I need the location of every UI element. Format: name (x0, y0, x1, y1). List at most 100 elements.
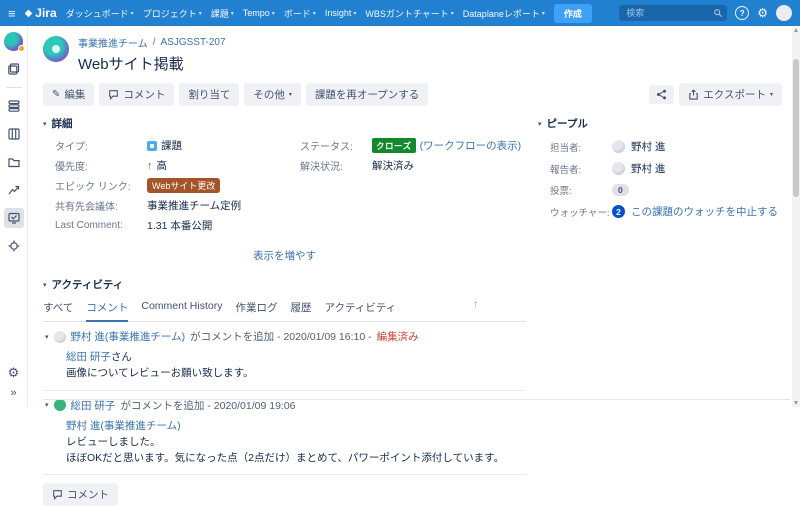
view-workflow-link[interactable]: (ワークフローの表示) (420, 138, 522, 153)
comment-body: 総田 研子さん 画像についてレビューお願い致します。 (66, 349, 526, 382)
show-more-link[interactable]: 表示を増やす (253, 250, 316, 262)
nav-issues[interactable]: 課題▾ (211, 7, 234, 20)
breadcrumb-project-link[interactable]: 事業推進チーム (78, 35, 148, 50)
mention-link[interactable]: 総田 研子 (66, 351, 111, 363)
add-comment-button[interactable]: コメント (43, 483, 118, 506)
field-last-comment: Last Comment: 1.31 本番公開 (55, 218, 300, 233)
more-button[interactable]: その他 ▾ (244, 83, 301, 106)
issue-left-column: ▾ 詳細 タイプ: 課題 優先度: ↑高 エピック リンク: Webサイト更改 (43, 116, 526, 506)
comment-button[interactable]: コメント (99, 83, 174, 106)
reopen-issue-button[interactable]: 課題を再オープンする (306, 83, 428, 106)
reporter-name: 野村 進 (631, 161, 665, 176)
comment-author-avatar (54, 399, 66, 411)
hamburger-icon[interactable]: ≡ (8, 6, 16, 21)
collapse-icon[interactable]: ▾ (538, 120, 542, 128)
project-avatar-badge (18, 45, 25, 52)
share-button[interactable] (649, 85, 674, 104)
chevron-down-icon: ▾ (353, 10, 356, 17)
tab-all[interactable]: すべて (43, 300, 73, 322)
nav-wbs-gantt[interactable]: WBSガントチャート▾ (365, 7, 453, 20)
field-priority: 優先度: ↑高 (55, 158, 300, 173)
project-settings-gear-icon[interactable]: ⚙ (8, 365, 20, 381)
admin-gear-icon[interactable]: ⚙ (757, 6, 768, 20)
breadcrumb-issue-key-link[interactable]: ASJGSST-207 (160, 37, 225, 48)
nav-tempo[interactable]: Tempo▾ (243, 8, 275, 18)
sidebar-reports-icon[interactable] (4, 180, 24, 200)
sidebar-queues-icon[interactable] (4, 96, 24, 116)
create-button[interactable]: 作成 (554, 4, 592, 23)
collapse-icon[interactable]: ▾ (45, 401, 49, 409)
field-label: Last Comment: (55, 220, 147, 231)
scrollbar-down-arrow[interactable] (794, 401, 798, 405)
nav-insight[interactable]: Insight▾ (325, 8, 357, 18)
scrollbar-thumb[interactable] (793, 59, 799, 197)
search-input[interactable] (619, 5, 727, 21)
pencil-icon: ✎ (52, 89, 60, 100)
field-votes: 投票: 0 (550, 183, 782, 197)
jira-logo-text: Jira (35, 6, 56, 20)
field-resolution: 解決状況: 解決済み (300, 158, 526, 173)
tab-comments[interactable]: コメント (86, 300, 128, 322)
sidebar-addons-icon[interactable] (4, 236, 24, 256)
sidebar-issues-icon[interactable] (4, 208, 24, 228)
collapse-icon[interactable]: ▾ (43, 120, 47, 128)
assignee-avatar (612, 140, 625, 153)
field-watchers: ウォッチャー: 2 この課題のウォッチを中止する (550, 204, 782, 219)
jira-logo[interactable]: ◆ Jira (25, 6, 57, 20)
field-value: 課題 (161, 138, 182, 153)
comment-text: 画像についてレビューお願い致します。 (66, 365, 526, 381)
stop-watching-link[interactable]: この課題のウォッチを中止する (631, 204, 778, 219)
nav-dataplane-reports[interactable]: Dataplaneレポート▾ (463, 7, 545, 20)
export-button[interactable]: エクスポート ▾ (679, 83, 782, 106)
chevron-down-icon: ▾ (289, 91, 292, 98)
nav-boards[interactable]: ボード▾ (284, 7, 316, 20)
comment-author-link[interactable]: 野村 進(事業推進チーム) (71, 329, 186, 344)
chevron-down-icon: ▾ (131, 10, 134, 17)
tab-worklog[interactable]: 作業ログ (235, 300, 277, 322)
sidebar-releases-icon[interactable] (4, 152, 24, 172)
user-avatar[interactable] (776, 5, 792, 21)
nav-projects[interactable]: プロジェクト▾ (143, 7, 202, 20)
comment-item: ▾ 総田 研子 がコメントを追加 - 2020/01/09 19:06 野村 進… (43, 391, 526, 476)
votes-badge[interactable]: 0 (612, 184, 629, 196)
field-label: ステータス: (300, 138, 372, 153)
help-icon[interactable]: ? (735, 6, 749, 20)
watchers-badge[interactable]: 2 (612, 205, 625, 218)
sidebar-board-icon[interactable] (4, 124, 24, 144)
field-label: ウォッチャー: (550, 205, 612, 219)
assign-button[interactable]: 割り当て (179, 83, 239, 106)
tab-comment-history[interactable]: Comment History (141, 300, 222, 322)
nav-dashboards[interactable]: ダッシュボード▾ (66, 7, 134, 20)
tab-activity[interactable]: アクティビティ (324, 300, 396, 322)
activity-tabs: すべて コメント Comment History 作業ログ 履歴 アクティビティ… (43, 298, 526, 322)
reporter-avatar (612, 162, 625, 175)
chevron-down-icon: ▾ (770, 91, 773, 98)
activity-section-header: ▾ アクティビティ (43, 277, 526, 292)
comment-edited-flag: 編集済み (377, 329, 419, 344)
collapse-icon[interactable]: ▾ (43, 281, 47, 289)
field-label: 共有先会議体: (55, 198, 147, 213)
search-box (619, 5, 727, 21)
scrollbar-up-arrow[interactable] (794, 28, 798, 32)
scroll-to-top-icon[interactable]: ↑ (473, 299, 478, 310)
project-avatar[interactable] (4, 32, 23, 51)
mention-link[interactable]: 野村 進(事業推進チーム) (66, 420, 181, 432)
edit-button[interactable]: ✎ 編集 (43, 83, 94, 106)
field-assignee: 担当者: 野村 進 (550, 139, 782, 154)
expand-sidebar-icon[interactable]: » (10, 387, 16, 399)
collapse-icon[interactable]: ▾ (45, 333, 49, 341)
vertical-scrollbar[interactable] (792, 26, 800, 407)
details-section-header: ▾ 詳細 (43, 116, 526, 131)
breadcrumb-separator: / (153, 37, 156, 48)
sidebar-backlog-icon[interactable] (4, 59, 24, 79)
priority-high-icon: ↑ (147, 161, 153, 171)
field-shared-meeting: 共有先会議体: 事業推進チーム定例 (55, 198, 300, 213)
epic-link-badge[interactable]: Webサイト更改 (147, 178, 220, 193)
bottom-divider (43, 399, 790, 400)
issue-title: Webサイト掲載 (78, 53, 226, 74)
tab-history[interactable]: 履歴 (290, 300, 311, 322)
field-status: ステータス: クローズ (ワークフローの表示) (300, 138, 526, 153)
search-icon (713, 8, 723, 18)
issue-project-avatar (43, 36, 69, 62)
chevron-down-icon: ▾ (272, 10, 275, 17)
